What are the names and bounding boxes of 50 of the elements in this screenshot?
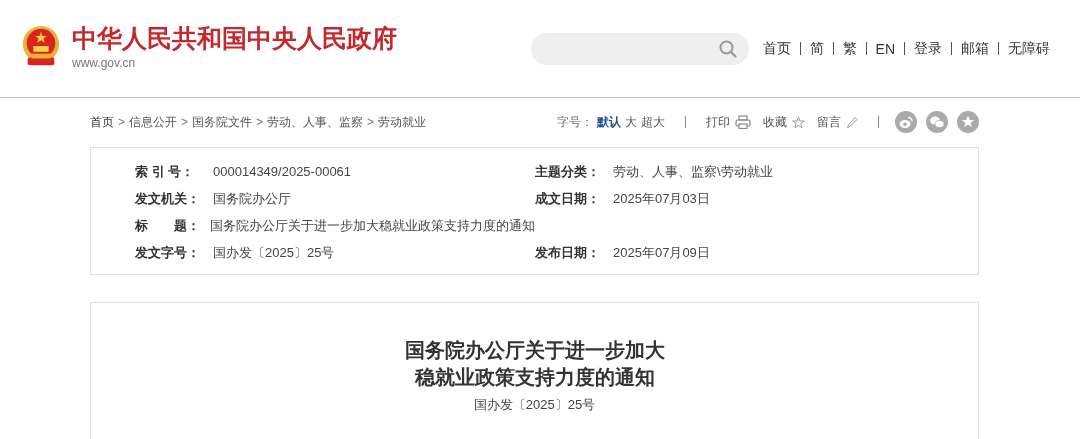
font-size-option[interactable]: 默认: [597, 113, 621, 131]
nav-link[interactable]: 简: [809, 39, 824, 58]
nav-link[interactable]: 邮箱: [961, 39, 989, 58]
field-label: 发文字号：: [135, 244, 201, 262]
nav-link[interactable]: EN: [875, 40, 895, 57]
document-number: 国办发〔2025〕25号: [473, 396, 596, 414]
field-value: 国务院办公厅: [213, 190, 291, 208]
font-size-option[interactable]: 大: [625, 113, 637, 131]
breadcrumb-link[interactable]: 劳动、人事、监察: [267, 113, 364, 131]
breadcrumb-link[interactable]: 首页: [90, 113, 114, 131]
field-label: 成文日期：: [535, 190, 601, 208]
wechat-share-icon[interactable]: [926, 111, 948, 133]
breadcrumb-link[interactable]: 信息公开: [129, 113, 177, 131]
article-title: 稳就业政策支持力度的通知: [413, 365, 656, 390]
article-title: 国务院办公厅关于进一步加大: [404, 338, 665, 363]
star-share-icon[interactable]: [957, 111, 979, 133]
printer-icon[interactable]: [735, 115, 751, 129]
weibo-share-icon[interactable]: [895, 111, 917, 133]
site-title[interactable]: 中华人民共和国中央人民政府: [72, 22, 397, 53]
field-label: 发文机关：: [135, 190, 201, 208]
field-value: 劳动、人事、监察\劳动就业: [613, 163, 773, 181]
breadcrumb-link[interactable]: 劳动就业: [378, 113, 427, 131]
nav-link[interactable]: 无障碍: [1008, 39, 1050, 58]
favorite-link[interactable]: 收藏: [763, 113, 805, 131]
nav-link[interactable]: 首页: [762, 39, 791, 58]
breadcrumb-separator: >: [181, 115, 189, 129]
field-label: 主题分类：: [535, 163, 601, 181]
search-field[interactable]: [530, 32, 749, 65]
nav-link[interactable]: 繁: [842, 39, 857, 58]
comment-link[interactable]: 留言: [817, 113, 858, 131]
pencil-icon[interactable]: [846, 115, 858, 129]
field-label: 标 题：: [135, 217, 201, 235]
font-size-option[interactable]: 超大: [641, 113, 665, 131]
site-url: www.gov.cn: [72, 54, 137, 71]
breadcrumb-link[interactable]: 国务院文件: [192, 113, 253, 131]
field-label: 发布日期：: [535, 244, 601, 262]
field-value: 2025年07月03日: [613, 190, 710, 208]
nav-link[interactable]: 登录: [914, 39, 942, 58]
font-size-label: 字号：: [557, 113, 593, 131]
breadcrumb-separator: >: [256, 115, 264, 129]
field-value: 000014349/2025-00061: [213, 163, 352, 181]
breadcrumb-separator: >: [118, 115, 125, 129]
star-icon[interactable]: [792, 115, 805, 129]
field-value: 2025年07月09日: [613, 244, 710, 262]
print-link[interactable]: 打印: [706, 113, 751, 131]
field-value: 国务院办公厅关于进一步加大稳就业政策支持力度的通知: [210, 217, 535, 235]
field-label: 索 引 号：: [135, 163, 196, 181]
breadcrumb-separator: >: [367, 115, 375, 129]
search-icon[interactable]: [718, 39, 737, 58]
field-value: 国办发〔2025〕25号: [213, 244, 335, 262]
